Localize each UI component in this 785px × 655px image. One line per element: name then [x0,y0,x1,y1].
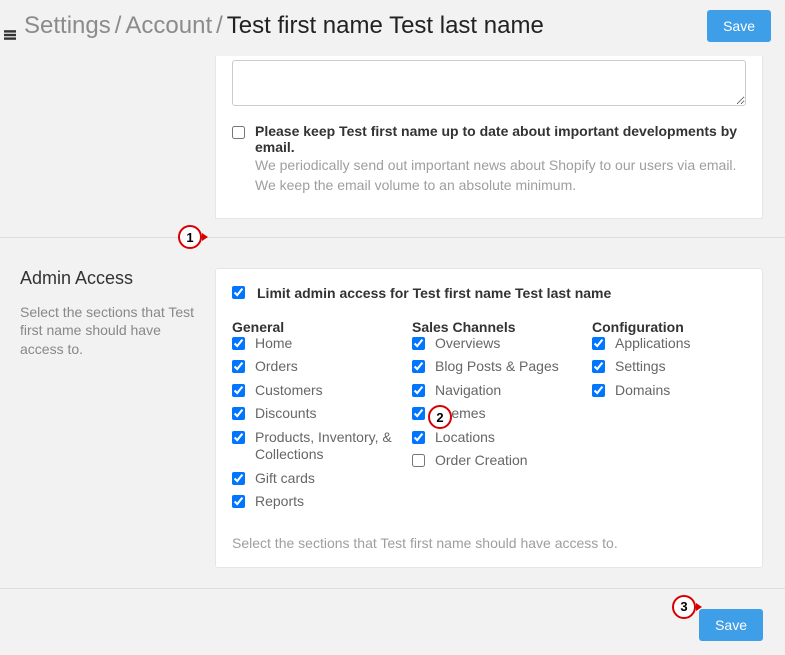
perm-col-config: Configuration Applications Settings Doma… [592,319,746,517]
perm-applications-checkbox[interactable] [592,337,605,350]
save-button-bottom[interactable]: Save [699,609,763,641]
perm-orders: Orders [232,358,412,376]
perm-themes: Themes [412,405,592,423]
perm-products: Products, Inventory, & Collections [232,429,412,464]
limit-access-checkbox[interactable] [232,286,245,299]
perm-themes-checkbox[interactable] [412,407,425,420]
bio-textarea[interactable] [232,60,746,106]
save-button[interactable]: Save [707,10,771,42]
email-optin-row: Please keep Test first name up to date a… [232,123,746,196]
admin-access-card: Limit admin access for Test first name T… [215,268,763,568]
perm-reports: Reports [232,493,412,511]
breadcrumb-current: Test first name Test last name [227,12,544,40]
admin-access-section: Admin Access Select the sections that Te… [0,238,785,588]
perm-reports-checkbox[interactable] [232,495,245,508]
admin-help-text: Select the sections that Test first name… [232,535,746,551]
perm-products-checkbox[interactable] [232,431,245,444]
email-optin-desc: We periodically send out important news … [255,155,746,196]
perm-applications-label: Applications [615,335,691,353]
email-optin-checkbox[interactable] [232,126,245,139]
perm-blog-checkbox[interactable] [412,360,425,373]
perm-giftcards: Gift cards [232,470,412,488]
bio-section-tail: Please keep Test first name up to date a… [0,56,785,238]
perm-blog-label: Blog Posts & Pages [435,358,559,376]
perm-discounts-label: Discounts [255,405,316,423]
perm-customers-label: Customers [255,382,323,400]
perm-order-creation-checkbox[interactable] [412,454,425,467]
perm-locations: Locations [412,429,592,447]
perm-discounts: Discounts [232,405,412,423]
perm-customers-checkbox[interactable] [232,384,245,397]
breadcrumb: Settings / Account / Test first name Tes… [4,12,544,40]
admin-access-title: Admin Access [20,268,195,289]
perm-settings-label: Settings [615,358,666,376]
perm-themes-label: Themes [435,405,486,423]
perm-customers: Customers [232,382,412,400]
page-header: Settings / Account / Test first name Tes… [0,0,785,56]
admin-access-sidebar: Admin Access Select the sections that Te… [20,268,215,568]
perm-home-checkbox[interactable] [232,337,245,350]
perm-col-config-title: Configuration [592,319,746,335]
menu-icon [4,20,16,32]
perm-settings: Settings [592,358,746,376]
perm-col-general: General Home Orders Customers Discounts … [232,319,412,517]
perm-domains-label: Domains [615,382,670,400]
breadcrumb-sep-1: / [111,12,126,40]
annotation-marker-3: 3 [672,595,702,619]
perm-overviews-checkbox[interactable] [412,337,425,350]
perm-navigation-label: Navigation [435,382,501,400]
perm-locations-checkbox[interactable] [412,431,425,444]
perm-giftcards-checkbox[interactable] [232,472,245,485]
perm-domains: Domains [592,382,746,400]
perm-locations-label: Locations [435,429,495,447]
perm-settings-checkbox[interactable] [592,360,605,373]
perm-blog: Blog Posts & Pages [412,358,592,376]
perm-home: Home [232,335,412,353]
perm-navigation-checkbox[interactable] [412,384,425,397]
perm-order-creation: Order Creation [412,452,592,470]
perm-col-general-title: General [232,319,412,335]
perm-home-label: Home [255,335,292,353]
perm-order-creation-label: Order Creation [435,452,528,470]
perm-applications: Applications [592,335,746,353]
perm-col-sales: Sales Channels Overviews Blog Posts & Pa… [412,319,592,517]
footer: Save 3 [0,588,785,655]
perm-giftcards-label: Gift cards [255,470,315,488]
bio-card: Please keep Test first name up to date a… [215,56,763,219]
limit-access-row: Limit admin access for Test first name T… [232,285,746,301]
perm-overviews-label: Overviews [435,335,500,353]
permission-columns: General Home Orders Customers Discounts … [232,319,746,517]
admin-access-desc: Select the sections that Test first name… [20,303,195,360]
perm-discounts-checkbox[interactable] [232,407,245,420]
breadcrumb-settings[interactable]: Settings [24,12,111,40]
breadcrumb-account[interactable]: Account [125,12,212,40]
perm-domains-checkbox[interactable] [592,384,605,397]
perm-orders-checkbox[interactable] [232,360,245,373]
perm-overviews: Overviews [412,335,592,353]
perm-products-label: Products, Inventory, & Collections [255,429,412,464]
email-optin-label: Please keep Test first name up to date a… [255,123,746,155]
perm-col-sales-title: Sales Channels [412,319,592,335]
perm-orders-label: Orders [255,358,298,376]
perm-reports-label: Reports [255,493,304,511]
perm-navigation: Navigation [412,382,592,400]
limit-access-label: Limit admin access for Test first name T… [257,285,611,301]
breadcrumb-sep-2: / [212,12,227,40]
